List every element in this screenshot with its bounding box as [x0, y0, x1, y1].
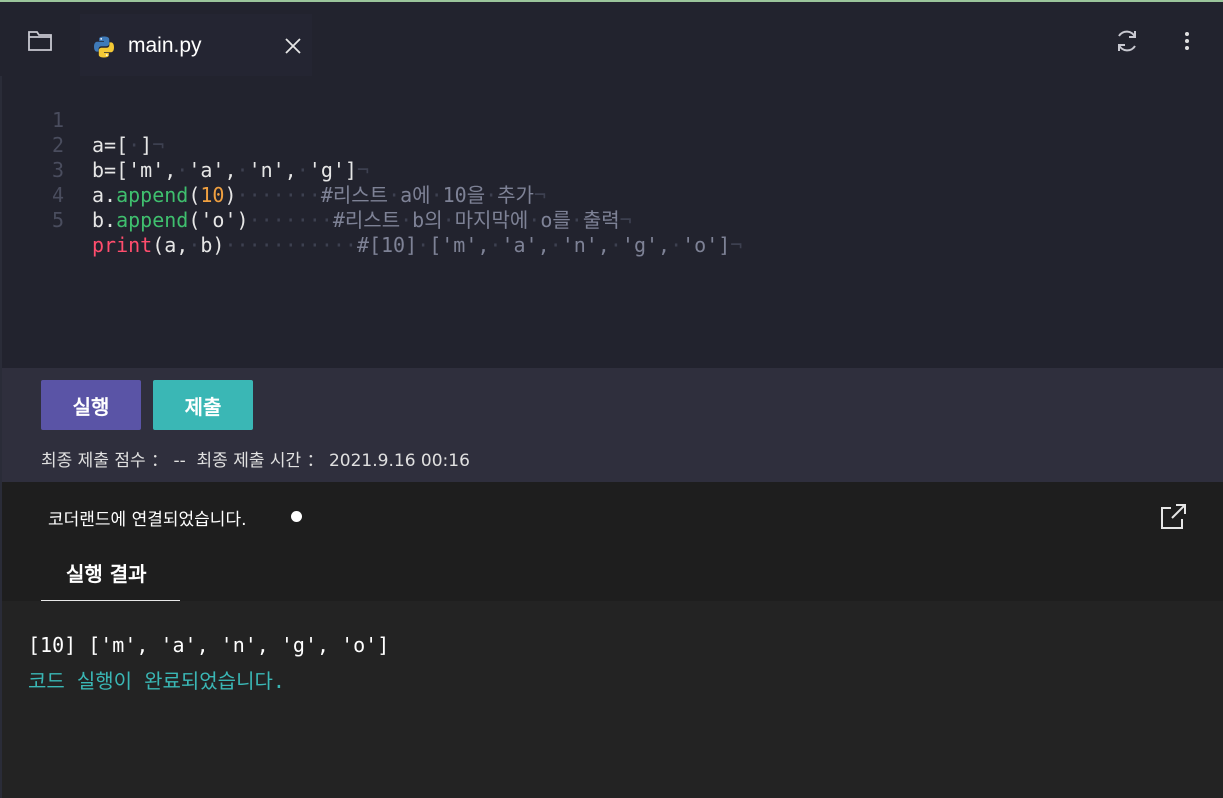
code-token: · — [236, 158, 249, 182]
code-token: b. — [92, 208, 117, 232]
code-line: 4 b.append('o')·······#리스트·b의·마지막에·o를·출력… — [0, 158, 632, 232]
code-token: ( — [188, 183, 201, 207]
code-line: 2 b=['m',·'a',·'n',·'g']¬ — [0, 108, 369, 182]
output-result: [10] ['m', 'a', 'n', 'g', 'o'] — [28, 633, 390, 657]
submission-info: 최종 제출 점수 ： -- 최종 제출 시간 ： 2021.9.16 00:16 — [41, 451, 470, 471]
code-token: b의 — [412, 208, 443, 232]
code-token: · — [430, 183, 443, 207]
code-token: ······· — [236, 183, 321, 207]
tab-run-result[interactable]: 실행 결과 — [41, 550, 180, 601]
code-token: · — [485, 183, 498, 207]
code-token: 출력 — [582, 208, 620, 232]
code-token: ¬ — [730, 233, 743, 257]
code-token: · — [388, 183, 401, 207]
python-icon — [92, 35, 116, 59]
close-icon[interactable] — [283, 36, 303, 56]
code-token: ('o') — [188, 208, 249, 232]
code-text: b=['m',·'a',·'n',·'g']¬ — [92, 158, 369, 183]
code-token: ['m', — [429, 233, 490, 257]
code-token: 'a', — [188, 158, 237, 182]
code-text: b.append('o')·······#리스트·b의·마지막에·o를·출력¬ — [92, 208, 632, 233]
refresh-icon[interactable] — [1114, 28, 1140, 54]
code-token: ¬ — [356, 158, 369, 182]
code-token: · — [176, 158, 189, 182]
left-edge — [0, 76, 2, 798]
code-token: a에 — [400, 183, 431, 207]
code-token: #리스트 — [332, 208, 401, 232]
code-token: · — [489, 233, 502, 257]
status-dot — [291, 511, 302, 522]
code-token: · — [296, 158, 309, 182]
code-token: #리스트 — [320, 183, 389, 207]
code-text: print(a,·b)···········#[10]·['m',·'a',·'… — [92, 233, 742, 258]
code-token: print — [92, 233, 153, 257]
code-editor[interactable]: 1 a=[·]¬ 2 b=['m',·'a',·'n',·'g']¬ 3 a.a… — [0, 76, 1223, 368]
more-options-icon[interactable] — [1178, 30, 1196, 54]
code-token: · — [400, 208, 413, 232]
external-link-icon[interactable] — [1158, 502, 1188, 532]
output-header: 코더랜드에 연결되었습니다. 실행 결과 — [0, 482, 1223, 601]
code-token: 10을 — [442, 183, 486, 207]
code-text: a.append(10)·······#리스트·a에·10을·추가¬ — [92, 183, 546, 208]
code-token: · — [417, 233, 430, 257]
code-token: a. — [92, 183, 117, 207]
folder-icon[interactable] — [27, 27, 53, 53]
code-token: append — [116, 183, 189, 207]
line-number: 5 — [51, 208, 64, 232]
code-token: 추가 — [497, 183, 534, 207]
code-token: #[10] — [356, 233, 418, 257]
code-token: b=['m', — [92, 158, 177, 182]
code-token: ¬ — [533, 183, 547, 207]
code-token: ······· — [248, 208, 333, 232]
code-token: · — [549, 233, 562, 257]
code-token: ] — [140, 133, 153, 157]
code-token: b) — [200, 233, 225, 257]
code-token: · — [570, 208, 583, 232]
code-token: · — [528, 208, 541, 232]
code-token: 'n', — [248, 158, 297, 182]
code-token: 10 — [200, 183, 225, 207]
code-line: 1 a=[·]¬ — [0, 83, 164, 157]
code-token: ) — [224, 183, 237, 207]
code-token: · — [128, 133, 141, 157]
completion-message: 코드 실행이 완료되었습니다. — [28, 669, 285, 693]
code-token: ··········· — [224, 233, 357, 257]
code-token: · — [442, 208, 455, 232]
submit-button[interactable]: 제출 — [153, 380, 253, 430]
code-token: ¬ — [619, 208, 632, 232]
tab-label: 실행 결과 — [66, 562, 147, 586]
code-token: (a, — [152, 233, 189, 257]
code-token: 마지막에 — [454, 208, 529, 232]
code-token: · — [670, 233, 683, 257]
connection-status: 코더랜드에 연결되었습니다. — [48, 510, 247, 530]
code-line: 3 a.append(10)·······#리스트·a에·10을·추가¬ — [0, 133, 546, 207]
ide-window: main.py 1 a=[·]¬ 2 b=['m',·'a',·'n',·'g'… — [0, 0, 1223, 798]
code-token: 'g'] — [308, 158, 357, 182]
tab-main-py[interactable]: main.py — [80, 14, 312, 78]
code-token: 'g', — [621, 233, 671, 257]
code-token: 'o'] — [682, 233, 731, 257]
code-token: 'n', — [561, 233, 610, 257]
code-line: 5 print(a,·b)···········#[10]·['m',·'a',… — [0, 183, 742, 257]
editor-header: main.py — [0, 2, 1223, 78]
code-token: ¬ — [152, 133, 165, 157]
action-bar: 실행 제출 최종 제출 점수 ： -- 최종 제출 시간 ： 2021.9.16… — [0, 368, 1223, 482]
code-token: · — [609, 233, 622, 257]
run-button[interactable]: 실행 — [41, 380, 141, 430]
tab-label: main.py — [128, 34, 202, 57]
code-text: a=[·]¬ — [92, 133, 164, 158]
code-token: append — [116, 208, 189, 232]
output-console: [10] ['m', 'a', 'n', 'g', 'o'] 코드 실행이 완료… — [0, 601, 1223, 798]
code-token: · — [188, 233, 201, 257]
code-token: o를 — [540, 208, 571, 232]
code-token: 'a', — [501, 233, 550, 257]
code-token: a=[ — [92, 133, 129, 157]
